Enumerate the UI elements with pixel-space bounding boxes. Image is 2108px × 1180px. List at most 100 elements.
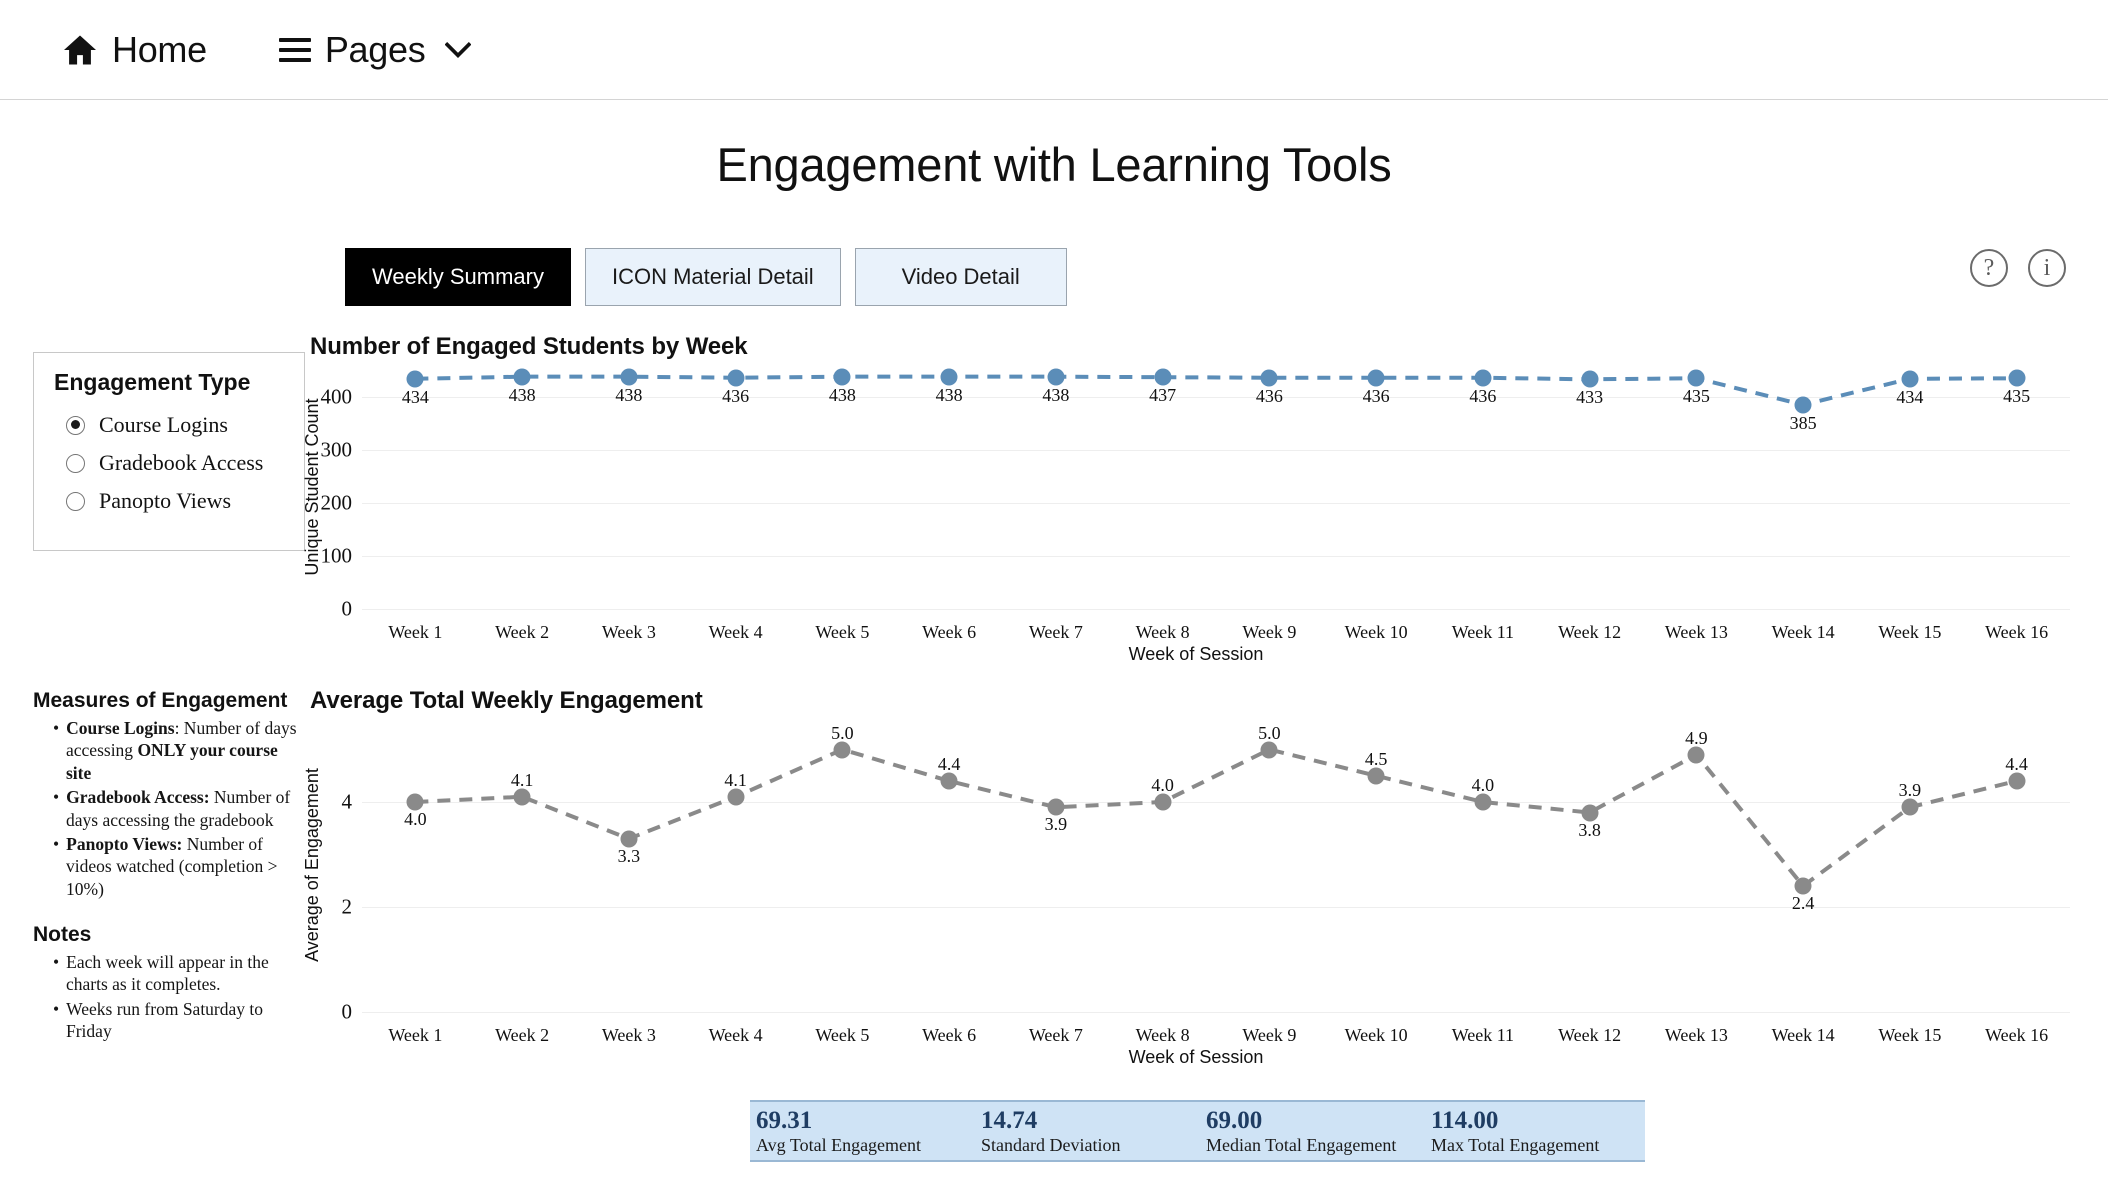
data-point[interactable]: [727, 369, 745, 387]
radio-option-course-logins[interactable]: Course Logins: [52, 406, 286, 444]
data-point[interactable]: [1901, 370, 1919, 388]
tab-icon-material-detail[interactable]: ICON Material Detail: [584, 248, 841, 306]
stat-value: 69.31: [756, 1106, 813, 1134]
data-point-label: 3.9: [1898, 780, 1922, 801]
x-axis-tick-label: Week 8: [1135, 1025, 1190, 1045]
data-point[interactable]: [1260, 741, 1278, 758]
gridline: [362, 609, 2070, 610]
data-point[interactable]: [1581, 804, 1599, 821]
stat-label: Standard Deviation: [981, 1134, 1121, 1155]
x-axis-tick-label: Week 7: [1028, 1025, 1083, 1045]
y-axis-title: Average of Engagement: [302, 768, 322, 962]
data-point[interactable]: [1367, 767, 1385, 785]
chevron-down-icon: [445, 41, 472, 58]
data-point[interactable]: [1901, 798, 1919, 816]
radio-button-icon[interactable]: [66, 415, 85, 435]
data-point[interactable]: [1581, 370, 1599, 388]
nav-item-pages[interactable]: Pages: [278, 28, 472, 71]
x-axis-tick-label: Week 11: [1451, 1025, 1515, 1045]
notes-list: Each week will appear in the charts as i…: [33, 951, 305, 1043]
data-point[interactable]: [406, 793, 424, 811]
stat-card: 69.00 Median Total Engagement: [1200, 1107, 1425, 1156]
y-axis-tick-label: 4: [341, 789, 353, 814]
tab-video-detail[interactable]: Video Detail: [854, 248, 1067, 306]
y-axis-tick-label: 100: [320, 543, 353, 568]
help-icon[interactable]: ?: [1970, 249, 2008, 287]
x-axis-tick-label: Week 5: [815, 622, 870, 642]
chart-engaged-students-by-week: 0 100 200 300 400 434 438 438 436 438 438 438 437 436…: [302, 365, 2070, 664]
home-icon: [64, 34, 96, 65]
data-point[interactable]: [2008, 772, 2026, 790]
nav-item-home[interactable]: Home: [62, 29, 207, 71]
data-point[interactable]: [1260, 369, 1278, 387]
x-axis-tick-label: Week 11: [1451, 622, 1515, 642]
x-axis-tick-label: Week 7: [1028, 622, 1083, 642]
data-point[interactable]: [2008, 369, 2026, 387]
data-point[interactable]: [940, 368, 958, 386]
data-point[interactable]: [1687, 746, 1705, 764]
stat-card: 14.74 Standard Deviation: [975, 1107, 1200, 1156]
data-point-label: 4.4: [2005, 754, 2028, 774]
engagement-type-panel: Engagement Type Course Logins Gradebook A…: [33, 352, 305, 551]
stat-value: 14.74: [981, 1106, 1038, 1134]
data-point[interactable]: [833, 368, 851, 386]
data-point[interactable]: [1367, 369, 1385, 387]
data-point[interactable]: [1474, 793, 1492, 811]
x-axis-tick-label: Week 10: [1344, 1025, 1408, 1045]
data-point[interactable]: [727, 788, 745, 806]
data-point-label: 385: [1789, 412, 1817, 433]
plot-area: 0 100 200 300 400 434 438 438 436 438 438 438 437 436…: [321, 365, 2070, 621]
stat-label: Median Total Engagement: [1206, 1134, 1397, 1155]
data-point[interactable]: [1047, 798, 1065, 816]
x-axis-tick-label: Week 3: [601, 1025, 656, 1045]
data-point[interactable]: [1794, 396, 1812, 414]
data-point-label: 2.4: [1791, 893, 1815, 913]
x-axis-tick-label: Week 3: [601, 622, 656, 642]
x-axis-tick-label: Week 4: [708, 622, 763, 642]
data-point-label: 4.0: [1151, 775, 1174, 795]
data-point-label: 4.1: [724, 769, 747, 790]
data-point[interactable]: [1154, 368, 1172, 386]
y-axis-tick-label: 200: [320, 490, 353, 515]
x-axis-title: Week of Session: [1128, 1047, 1264, 1067]
measures-list: Course Logins: Number of days accessing …: [33, 717, 305, 900]
data-point[interactable]: [513, 788, 531, 806]
gridline: [362, 1012, 2070, 1013]
engagement-type-title: Engagement Type: [54, 369, 251, 395]
y-axis-title: Unique Student Count: [302, 398, 322, 576]
data-point-label: 435: [1682, 386, 1710, 407]
data-point[interactable]: [1794, 877, 1812, 895]
data-point[interactable]: [833, 741, 851, 758]
stat-value: 114.00: [1431, 1106, 1499, 1134]
tab-weekly-summary[interactable]: Weekly Summary: [345, 248, 571, 306]
data-point-label: 436: [1255, 385, 1283, 406]
x-axis-tick-label: Week 1: [388, 1025, 443, 1045]
data-point[interactable]: [1687, 369, 1705, 387]
data-point[interactable]: [620, 368, 638, 386]
radio-option-label: Panopto Views: [99, 488, 232, 513]
data-point-label: 5.0: [831, 722, 854, 743]
nav-home-label: Home: [112, 28, 207, 70]
info-icon[interactable]: i: [2028, 249, 2066, 287]
stat-label: Max Total Engagement: [1431, 1134, 1600, 1155]
data-point[interactable]: [620, 830, 638, 848]
data-point[interactable]: [1474, 369, 1492, 387]
measures-list-item: Panopto Views: Number of videos watched …: [53, 833, 305, 900]
data-point[interactable]: [1154, 793, 1172, 811]
tab-bar: Weekly Summary ICON Material Detail Video …: [345, 248, 1067, 306]
data-point[interactable]: [513, 368, 531, 386]
radio-option-gradebook-access[interactable]: Gradebook Access: [52, 444, 286, 482]
stat-card: 69.31 Avg Total Engagement: [750, 1107, 975, 1156]
radio-option-panopto-views[interactable]: Panopto Views: [52, 482, 286, 520]
data-point[interactable]: [1047, 368, 1065, 386]
radio-button-icon[interactable]: [66, 491, 85, 511]
x-axis-tick-label: Week 8: [1135, 622, 1190, 642]
data-point-label: 4.4: [937, 754, 961, 774]
nav-pages-label: Pages: [324, 28, 426, 70]
data-point-label: 3.9: [1044, 814, 1068, 835]
x-axis-tick-label: Week 10: [1344, 622, 1408, 642]
radio-button-icon[interactable]: [66, 453, 85, 473]
data-point[interactable]: [406, 370, 424, 388]
data-point-label: 433: [1576, 387, 1604, 408]
data-point[interactable]: [940, 772, 958, 790]
